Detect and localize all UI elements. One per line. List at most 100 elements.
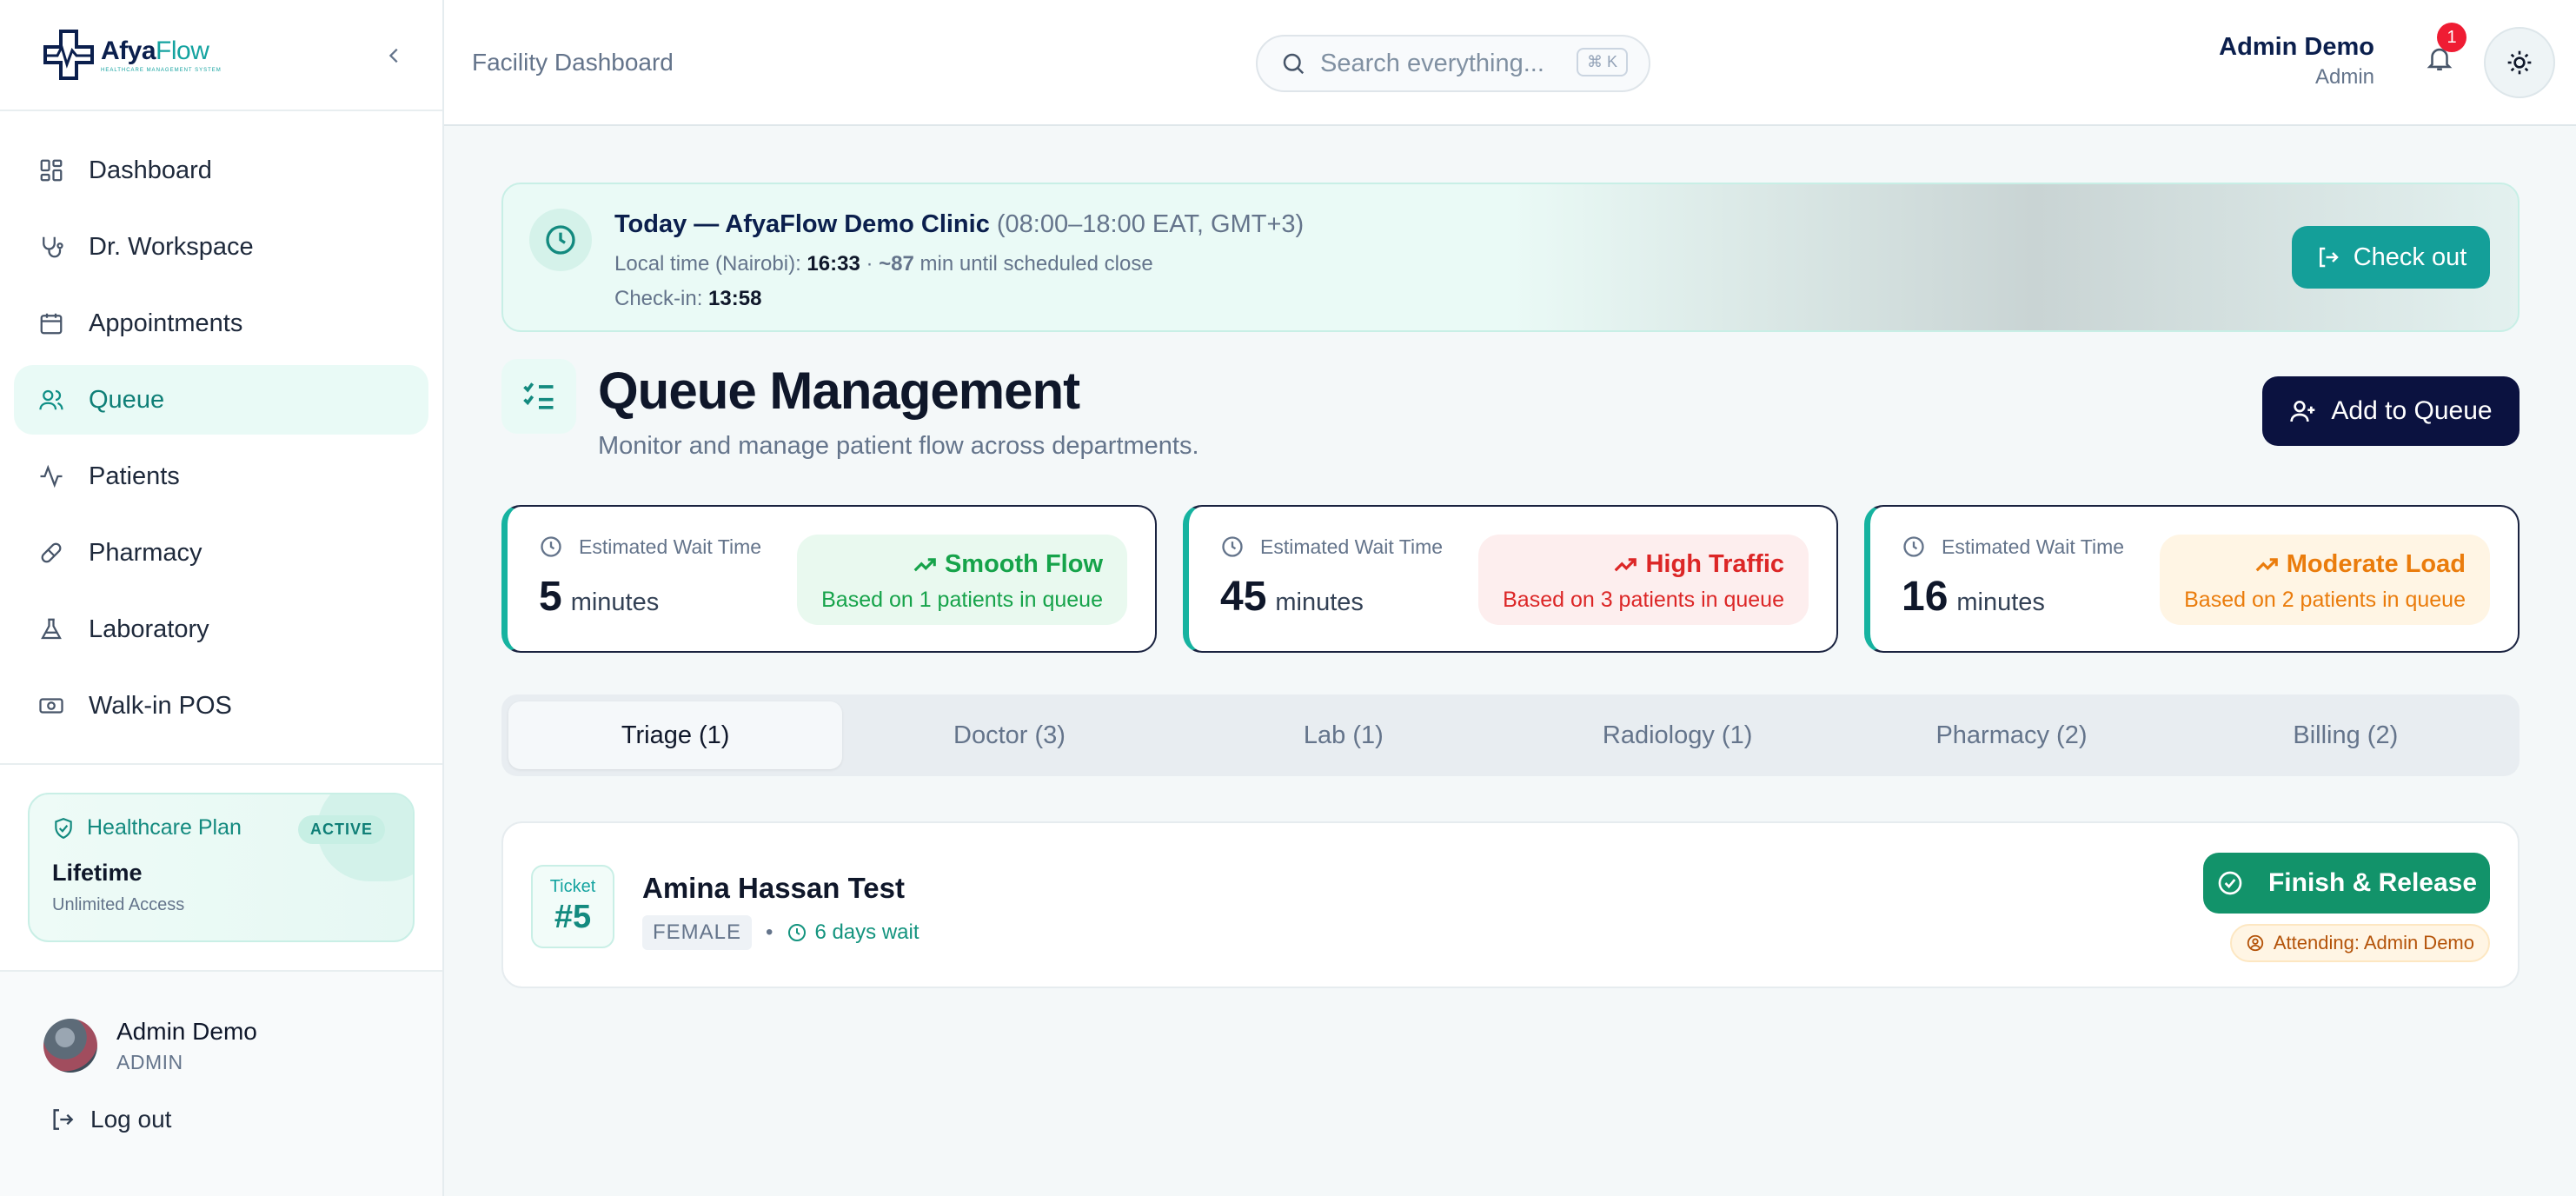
trending-up-icon — [1615, 557, 1637, 571]
sidebar-item-label: Appointments — [89, 309, 243, 337]
tab-lab[interactable]: Lab (1) — [1177, 701, 1510, 769]
banner-checkin: Check-in: 13:58 — [614, 287, 762, 310]
status-pill: Moderate Load Based on 2 patients in que… — [2160, 535, 2490, 625]
header-user-name: Admin Demo — [2219, 33, 2374, 61]
brand-name: AfyaFlow — [101, 37, 209, 65]
sidebar-item-label: Dr. Workspace — [89, 232, 254, 261]
banner-local-time: Local time (Nairobi): 16:33 · ~87 min un… — [614, 252, 1153, 276]
activity-icon — [37, 462, 66, 491]
finish-release-button[interactable]: Finish & Release — [2203, 853, 2490, 914]
sidebar-item-appointments[interactable]: Appointments — [14, 289, 428, 358]
plan-name: Lifetime — [52, 860, 143, 886]
clinic-status-banner: Today — AfyaFlow Demo Clinic (08:00–18:0… — [501, 183, 2520, 332]
status-badge: ACTIVE — [297, 815, 385, 844]
card-label: Estimated Wait Time — [1260, 535, 1444, 558]
sidebar-item-dashboard[interactable]: Dashboard — [14, 136, 428, 205]
sidebar-item-patients[interactable]: Patients — [14, 442, 428, 511]
shield-icon — [55, 817, 72, 839]
attending-badge: Attending: Admin Demo — [2229, 924, 2490, 962]
tab-pharmacy[interactable]: Pharmacy (2) — [1844, 701, 2178, 769]
page-subtitle: Monitor and manage patient flow across d… — [598, 432, 1199, 460]
card-label: Estimated Wait Time — [1942, 535, 2125, 558]
header-user-role: Admin — [2314, 65, 2374, 89]
collapse-sidebar-button[interactable] — [379, 40, 410, 71]
brand-tagline: HEALTHCARE MANAGEMENT SYSTEM — [101, 68, 222, 73]
check-out-label: Check out — [2353, 243, 2467, 271]
avatar — [43, 1019, 97, 1073]
department-tabs: Triage (1) Doctor (3) Lab (1) Radiology … — [501, 694, 2520, 776]
header-user[interactable]: Admin Demo Admin — [2219, 33, 2374, 90]
logout-label: Log out — [90, 1106, 172, 1133]
cash-icon — [37, 691, 66, 721]
add-to-queue-label: Add to Queue — [2331, 396, 2493, 425]
keyboard-shortcut-hint: ⌘ K — [1576, 48, 1628, 76]
logo-icon — [43, 30, 94, 80]
tab-triage[interactable]: Triage (1) — [508, 701, 843, 769]
sidebar-item-label: Walk-in POS — [89, 691, 232, 720]
clock-icon — [529, 209, 592, 271]
sidebar-item-label: Queue — [89, 385, 165, 414]
clock-icon — [541, 536, 561, 557]
theme-toggle-button[interactable] — [2484, 27, 2555, 98]
plan-title: Healthcare Plan — [87, 815, 242, 840]
tab-doctor[interactable]: Doctor (3) — [842, 701, 1176, 769]
wait-time-card: Estimated Wait Time 16 minutes Moderate L… — [1864, 505, 2520, 653]
banner-title: Today — AfyaFlow Demo Clinic (08:00–18:0… — [614, 210, 1305, 238]
list-checks-icon — [501, 359, 576, 434]
ticket-label: Ticket — [549, 877, 596, 896]
user-plus-icon — [2290, 401, 2315, 422]
sidebar-item-label: Laboratory — [89, 615, 209, 643]
trending-up-icon — [2255, 557, 2278, 571]
separator-dot: • — [766, 920, 773, 944]
wait-time-card: Estimated Wait Time 5 minutes Smooth Flow… — [501, 505, 1157, 653]
search-input[interactable]: Search everything... ⌘ K — [1256, 35, 1650, 92]
sidebar-item-walk-in-pos[interactable]: Walk-in POS — [14, 671, 428, 741]
pill-icon — [37, 538, 66, 568]
status-pill: Smooth Flow Based on 1 patients in queue — [797, 535, 1127, 625]
sun-icon — [2507, 50, 2532, 75]
sidebar-item-queue[interactable]: Queue — [14, 365, 428, 435]
top-bar: Facility Dashboard Search everything... … — [444, 0, 2576, 126]
page-title: Queue Management — [598, 362, 1080, 420]
tab-billing[interactable]: Billing (2) — [2179, 701, 2513, 769]
trending-up-icon — [913, 557, 936, 571]
wait-time-cards: Estimated Wait Time 5 minutes Smooth Flow… — [501, 505, 2520, 653]
user-role: ADMIN — [116, 1050, 183, 1073]
card-value: 16 minutes — [1902, 574, 2045, 620]
sidebar-user-area: Admin Demo ADMIN Log out — [0, 972, 442, 1133]
logout-button[interactable]: Log out — [43, 1106, 442, 1133]
sidebar-item-dr-workspace[interactable]: Dr. Workspace — [14, 212, 428, 282]
plan-section: Healthcare Plan ACTIVE Lifetime Unlimite… — [0, 765, 442, 972]
sidebar-nav: Dashboard Dr. Workspace Appointments Que… — [0, 111, 442, 765]
user-circle-icon — [2247, 934, 2264, 952]
card-value: 5 minutes — [539, 574, 660, 620]
chevron-left-icon — [388, 48, 398, 63]
plan-description: Unlimited Access — [52, 895, 185, 914]
sidebar-item-label: Pharmacy — [89, 538, 202, 567]
user-profile[interactable]: Admin Demo ADMIN — [43, 972, 442, 1120]
logo-area: AfyaFlow HEALTHCARE MANAGEMENT SYSTEM — [0, 0, 442, 111]
ticket-badge: Ticket #5 — [531, 865, 614, 948]
clock-icon — [1222, 536, 1243, 557]
logout-icon — [2319, 247, 2339, 268]
clock-icon — [788, 924, 807, 941]
logout-icon — [53, 1109, 74, 1130]
patient-name: Amina Hassan Test — [642, 872, 905, 904]
tab-radiology[interactable]: Radiology (1) — [1510, 701, 1844, 769]
grid-icon — [37, 156, 66, 185]
sidebar-item-label: Patients — [89, 462, 180, 490]
check-out-button[interactable]: Check out — [2292, 226, 2490, 289]
search-placeholder: Search everything... — [1320, 49, 1544, 77]
breadcrumb: Facility Dashboard — [472, 49, 674, 76]
sidebar-item-pharmacy[interactable]: Pharmacy — [14, 518, 428, 588]
sidebar: AfyaFlow HEALTHCARE MANAGEMENT SYSTEM Da… — [0, 0, 444, 1196]
add-to-queue-button[interactable]: Add to Queue — [2262, 376, 2520, 446]
notification-count-badge: 1 — [2437, 23, 2466, 52]
patient-meta: FEMALE • 6 days wait — [642, 915, 920, 950]
user-name: Admin Demo — [116, 1017, 257, 1045]
status-pill: High Traffic Based on 3 patients in queu… — [1478, 535, 1809, 625]
finish-release-label: Finish & Release — [2267, 868, 2478, 897]
sidebar-item-laboratory[interactable]: Laboratory — [14, 595, 428, 664]
sidebar-item-label: Dashboard — [89, 156, 212, 184]
users-icon — [37, 385, 66, 415]
